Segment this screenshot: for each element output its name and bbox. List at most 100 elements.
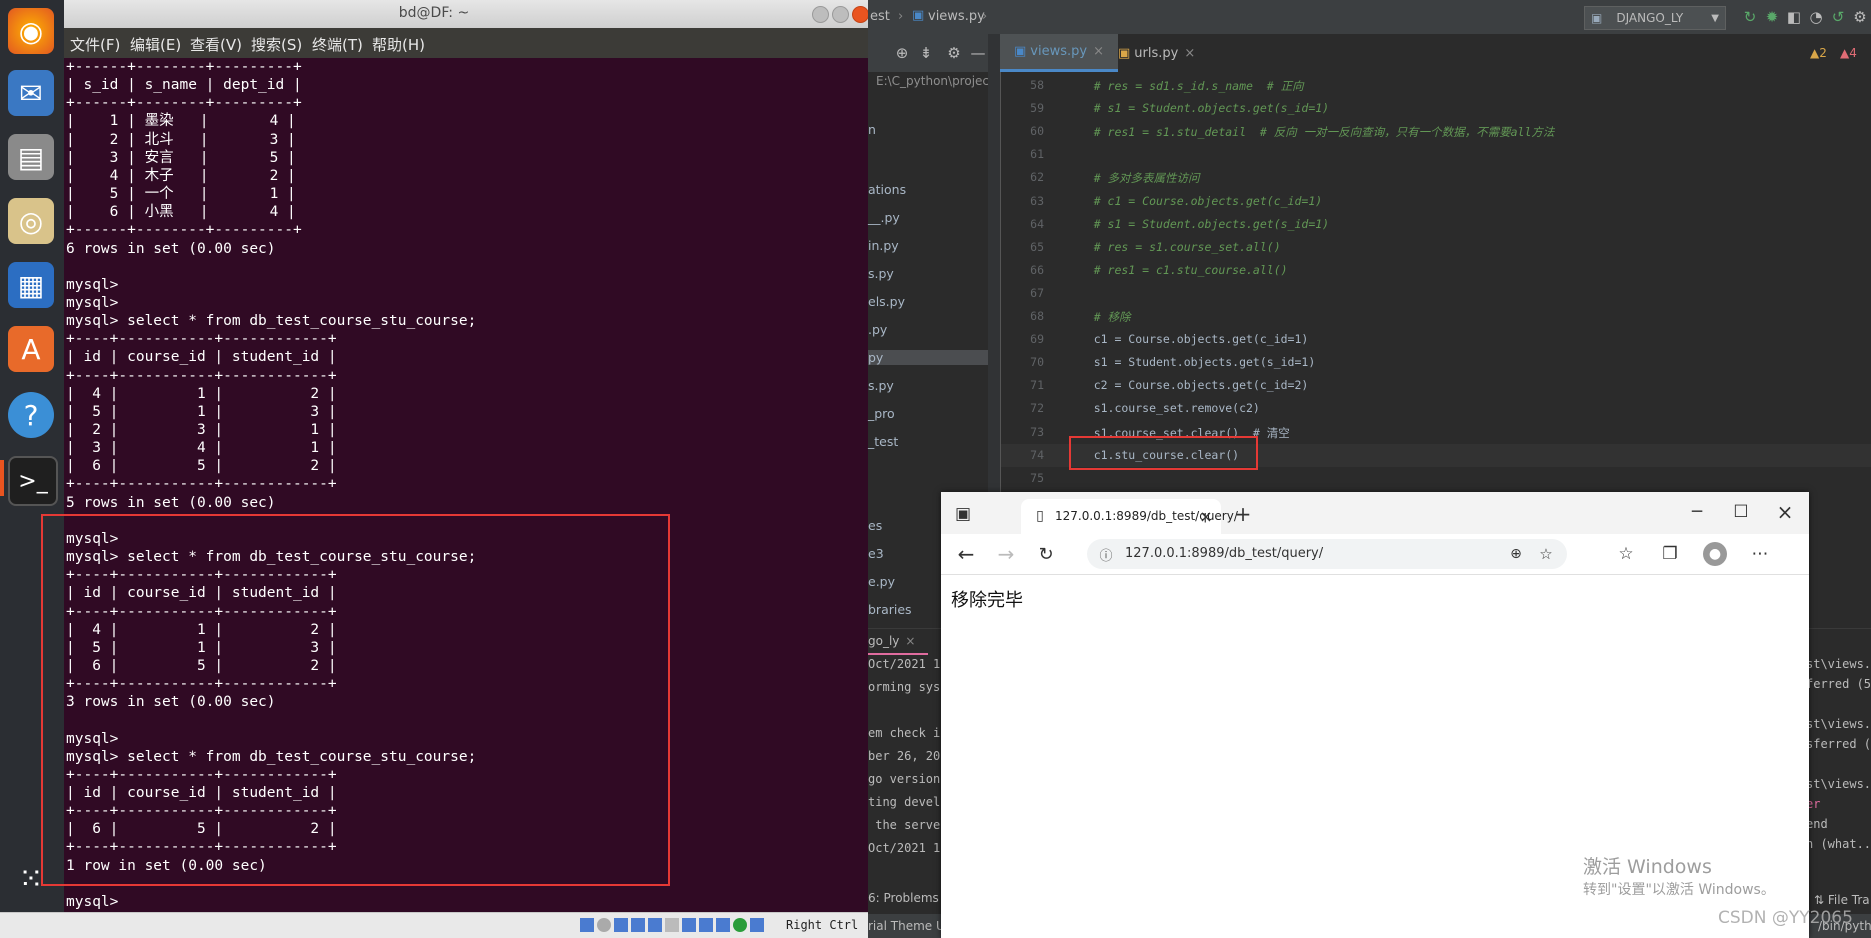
menu-edit[interactable]: 编辑(E) xyxy=(130,34,181,55)
problems-tab[interactable]: 6: Problems xyxy=(868,891,939,905)
maximize-icon[interactable] xyxy=(832,6,849,23)
gear-icon[interactable]: ⚙ xyxy=(944,43,964,63)
code-line[interactable]: # 多对多表属性访问 xyxy=(1066,170,1200,186)
inspection-errors[interactable]: ▲4 xyxy=(1840,46,1857,60)
run-config-select[interactable]: ▣ DJANGO_LY ▼ xyxy=(1584,6,1726,30)
project-tree-item[interactable]: _pro xyxy=(868,406,895,421)
minimize-icon[interactable] xyxy=(812,6,829,23)
code-line[interactable]: # res = sd1.s_id.s_name # 正向 xyxy=(1066,78,1304,94)
project-tree-item[interactable]: _test xyxy=(868,434,898,449)
code-line[interactable]: # s1 = Student.objects.get(s_id=1) xyxy=(1066,217,1329,231)
terminal-icon[interactable]: >_ xyxy=(8,456,58,506)
more-icon[interactable]: ⋯ xyxy=(1749,543,1771,565)
shared-folder-icon[interactable] xyxy=(648,918,662,932)
profile-icon[interactable]: ◔ xyxy=(1806,7,1826,27)
capture-icon[interactable] xyxy=(682,918,696,932)
project-tree-item[interactable]: els.py xyxy=(868,294,905,309)
close-icon[interactable]: × xyxy=(905,634,915,648)
vm-titlebar[interactable]: bd@DF: ~ xyxy=(0,0,868,29)
software-center-icon[interactable]: A xyxy=(8,326,54,372)
project-tree-item[interactable]: s.py xyxy=(868,378,894,393)
address-bar[interactable]: ⓘ 127.0.0.1:8989/db_test/query/ ⊕ ☆ xyxy=(1087,539,1567,569)
info-icon[interactable]: ⓘ xyxy=(1097,545,1115,564)
zoom-icon[interactable]: ⊕ xyxy=(1507,545,1525,563)
project-tree-item[interactable]: e.py xyxy=(868,574,895,589)
project-tree-item[interactable]: es xyxy=(868,518,882,533)
project-tree-item[interactable]: py xyxy=(868,350,988,365)
network-icon[interactable] xyxy=(631,918,645,932)
code-line[interactable]: c1 = Course.objects.get(c_id=1) xyxy=(1066,332,1309,346)
debug-icon[interactable]: ✹ xyxy=(1762,7,1782,27)
menu-help[interactable]: 帮助(H) xyxy=(372,34,425,55)
code-line[interactable]: # s1 = Student.objects.get(s_id=1) xyxy=(1066,101,1329,115)
mouse-integration-icon[interactable] xyxy=(733,918,747,932)
usb-icon[interactable] xyxy=(580,918,594,932)
run-output-line: Oct/2021 15 xyxy=(868,657,942,671)
menu-terminal[interactable]: 终端(T) xyxy=(312,34,363,55)
rerun-icon[interactable]: ↻ xyxy=(1740,7,1760,27)
code-editor[interactable]: 58 # res = sd1.s_id.s_name # 正向 59 # s1 =… xyxy=(1000,72,1871,492)
favorite-icon[interactable]: ☆ xyxy=(1537,545,1555,563)
project-tree-item[interactable]: .py xyxy=(868,322,887,337)
favorites-icon[interactable]: ☆ xyxy=(1615,543,1637,565)
project-tree-item[interactable]: braries xyxy=(868,602,912,617)
cpu-icon[interactable] xyxy=(716,918,730,932)
close-icon[interactable]: × xyxy=(1184,46,1195,61)
run-tab[interactable]: go_ly × xyxy=(868,629,928,655)
code-line[interactable]: # c1 = Course.objects.get(c_id=1) xyxy=(1066,194,1323,208)
tab-urls-py[interactable]: ▣ urls.py × xyxy=(1104,34,1209,72)
close-icon[interactable]: × xyxy=(1775,500,1795,524)
tab-actions-icon[interactable]: ▣ xyxy=(953,504,973,524)
project-tree-item[interactable]: s.py xyxy=(868,266,894,281)
inspection-warnings[interactable]: ▲2 xyxy=(1810,46,1827,60)
project-tree-item[interactable]: __.py xyxy=(868,210,900,225)
code-line[interactable]: s1.course_set.remove(c2) xyxy=(1066,401,1260,415)
coverage-icon[interactable]: ◧ xyxy=(1784,7,1804,27)
audio-icon[interactable] xyxy=(614,918,628,932)
back-icon[interactable]: ← xyxy=(955,542,977,566)
breadcrumb-file[interactable]: views.py xyxy=(928,9,985,24)
tab-views-py[interactable]: ▣ views.py × xyxy=(1000,34,1118,72)
menu-view[interactable]: 查看(V) xyxy=(190,34,242,55)
concurrency-icon[interactable]: ↺ xyxy=(1828,7,1848,27)
rhythmbox-icon[interactable]: ◎ xyxy=(8,198,54,244)
project-tree-item[interactable]: ations xyxy=(868,182,906,197)
files-icon[interactable]: ▤ xyxy=(8,134,54,180)
code-line[interactable]: # 移除 xyxy=(1066,309,1131,325)
locate-icon[interactable]: ⊕ xyxy=(892,43,912,63)
project-tree-item[interactable]: n xyxy=(868,122,876,137)
breadcrumb-folder[interactable]: est xyxy=(870,9,890,24)
project-tree-item[interactable]: in.py xyxy=(868,238,899,253)
thunderbird-icon[interactable]: ✉ xyxy=(8,70,54,116)
hide-icon[interactable]: — xyxy=(968,43,988,63)
code-line[interactable]: # res1 = s1.stu_detail # 反向 一对一反向查询，只有一个… xyxy=(1066,124,1555,140)
writer-icon[interactable]: ▦ xyxy=(8,262,54,308)
code-line[interactable]: c2 = Course.objects.get(c_id=2) xyxy=(1066,378,1309,392)
file-transfer-tab[interactable]: ⇅ File Tra xyxy=(1814,893,1870,907)
close-icon[interactable]: × xyxy=(1093,44,1104,59)
code-line[interactable]: # res = s1.course_set.all() xyxy=(1066,240,1281,254)
close-icon[interactable] xyxy=(852,6,868,23)
project-tree-item[interactable]: e3 xyxy=(868,546,884,561)
code-line[interactable]: s1 = Student.objects.get(s_id=1) xyxy=(1066,355,1316,369)
optical-icon[interactable] xyxy=(597,918,611,932)
avatar[interactable]: ● xyxy=(1703,542,1727,566)
firefox-icon[interactable]: ◉ xyxy=(8,8,54,54)
settings-icon[interactable]: ⚙ xyxy=(1850,7,1870,27)
refresh-icon[interactable]: ↻ xyxy=(1035,543,1057,565)
menu-search[interactable]: 搜索(S) xyxy=(251,34,302,55)
code-line[interactable]: # res1 = c1.stu_course.all() xyxy=(1066,263,1288,277)
menu-file[interactable]: 文件(F) xyxy=(70,34,120,55)
browser-tab[interactable]: ▯ 127.0.0.1:8989/db_test/query/ × xyxy=(1021,499,1238,534)
new-tab-icon[interactable]: + xyxy=(1233,502,1253,526)
close-icon[interactable]: × xyxy=(1197,507,1215,526)
collapse-icon[interactable]: ⇟ xyxy=(916,43,936,63)
minimize-icon[interactable]: ─ xyxy=(1687,502,1707,522)
forward-icon[interactable]: → xyxy=(995,542,1017,566)
help-icon[interactable]: ? xyxy=(8,392,54,438)
keyboard-capture-icon[interactable] xyxy=(750,918,764,932)
record-icon[interactable] xyxy=(699,918,713,932)
maximize-icon[interactable]: ☐ xyxy=(1731,502,1751,522)
collections-icon[interactable]: ❐ xyxy=(1659,543,1681,565)
display-icon[interactable] xyxy=(665,918,679,932)
